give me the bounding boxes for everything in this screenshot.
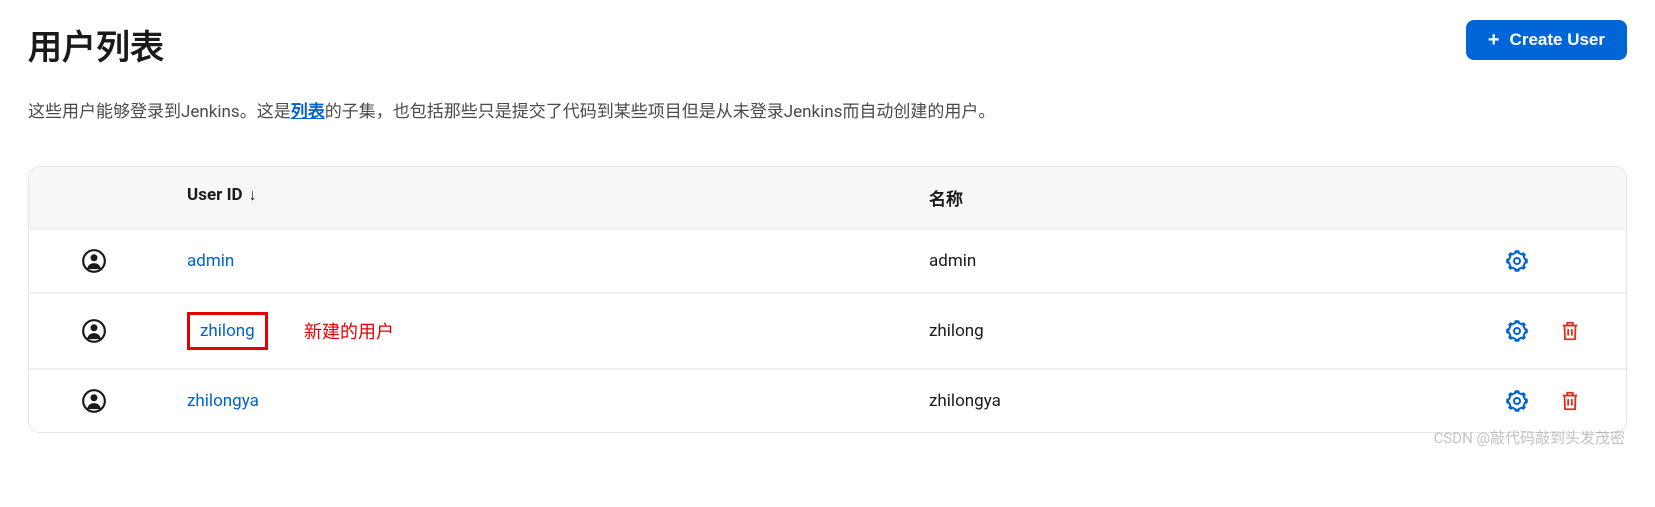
actions-cell: [1429, 389, 1626, 413]
actions-cell: [1429, 249, 1626, 273]
user-id-cell: zhilongya: [159, 391, 929, 411]
create-user-label: Create User: [1510, 30, 1605, 50]
page-description: 这些用户能够登录到Jenkins。这是列表的子集，也包括那些只是提交了代码到某些…: [28, 99, 1627, 126]
trash-icon[interactable]: [1559, 389, 1581, 413]
user-icon: [29, 248, 159, 274]
gear-icon[interactable]: [1505, 319, 1529, 343]
column-header-userid[interactable]: User ID↓: [29, 185, 929, 210]
table-row: zhilongya zhilongya: [29, 368, 1626, 432]
column-header-name[interactable]: 名称: [929, 185, 1429, 210]
user-name-cell: zhilongya: [929, 391, 1429, 411]
user-link[interactable]: zhilongya: [187, 391, 259, 411]
user-id-cell: zhilong: [159, 312, 929, 350]
user-name-cell: admin: [929, 251, 1429, 271]
create-user-button[interactable]: + Create User: [1466, 20, 1627, 60]
user-icon: [29, 318, 159, 344]
annotation-label: 新建的用户: [304, 318, 394, 344]
users-table: User ID↓ 名称 adminadmin zhilong新建的用户zhilo…: [28, 166, 1627, 433]
table-header: User ID↓ 名称: [29, 167, 1626, 228]
gear-icon[interactable]: [1505, 389, 1529, 413]
table-row: admin admin: [29, 228, 1626, 292]
watermark: CSDN @敲代码敲到头发茂密: [1434, 427, 1625, 448]
trash-icon[interactable]: [1559, 319, 1581, 343]
table-row: zhilong 新建的用户 zhilong: [29, 292, 1626, 368]
gear-icon[interactable]: [1505, 249, 1529, 273]
list-link[interactable]: 列表: [291, 102, 325, 122]
user-name-cell: zhilong: [929, 321, 1429, 341]
actions-cell: [1429, 319, 1626, 343]
plus-icon: +: [1488, 30, 1500, 50]
user-link[interactable]: admin: [187, 251, 234, 271]
user-link[interactable]: zhilong: [187, 312, 268, 350]
page-title: 用户列表: [28, 20, 164, 69]
user-id-cell: admin: [159, 251, 929, 271]
sort-arrow-icon: ↓: [249, 185, 257, 204]
user-icon: [29, 388, 159, 414]
